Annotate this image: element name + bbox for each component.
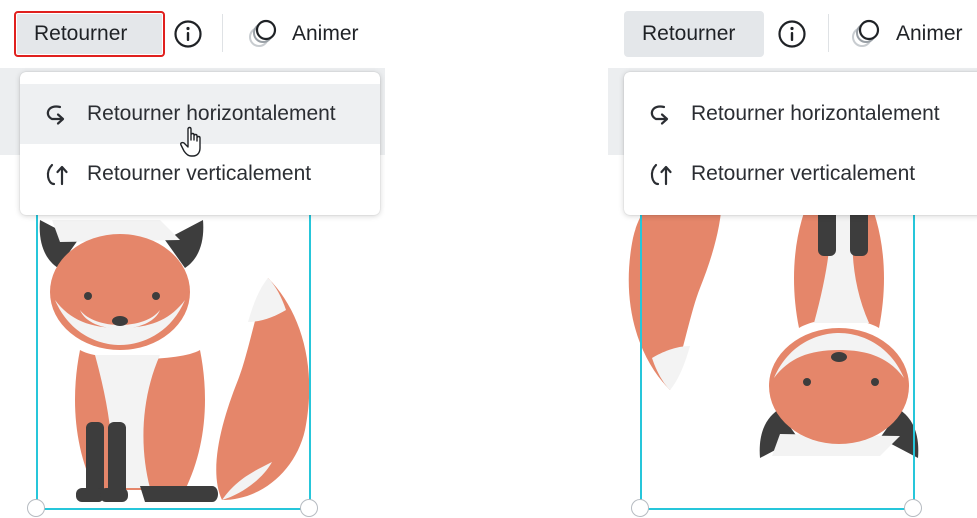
- flip-button[interactable]: Retourner: [14, 11, 165, 57]
- menu-item-flip-vertical[interactable]: Retourner verticalement: [624, 144, 977, 204]
- flip-vertical-icon: [644, 158, 676, 190]
- flip-button[interactable]: Retourner: [624, 11, 764, 57]
- menu-item-label: Retourner horizontalement: [87, 102, 336, 125]
- animate-button-label[interactable]: Animer: [292, 20, 359, 48]
- toolbar-divider: [828, 14, 829, 52]
- info-icon[interactable]: [173, 19, 203, 49]
- animate-button-label[interactable]: Animer: [896, 20, 963, 48]
- toolbar: Retourner Animer: [0, 0, 385, 68]
- info-icon[interactable]: [777, 19, 807, 49]
- selection-frame: [640, 200, 915, 510]
- toolbar: Retourner Animer: [608, 0, 977, 68]
- menu-item-label: Retourner verticalement: [87, 162, 312, 185]
- menu-item-label: Retourner verticalement: [691, 162, 916, 185]
- hand-cursor-icon: [180, 126, 210, 160]
- resize-handle-bottom-left[interactable]: [631, 499, 649, 517]
- left-panel: Retourner Animer Retourner horizontaleme…: [0, 0, 385, 518]
- toolbar-divider: [222, 14, 223, 52]
- flip-horizontal-icon: [40, 98, 72, 130]
- right-panel: Retourner Animer Retourner horizontaleme…: [608, 0, 977, 518]
- flip-button-label: Retourner: [34, 22, 128, 45]
- flip-dropdown-menu: Retourner horizontalement Retourner vert…: [624, 72, 977, 215]
- resize-handle-bottom-right[interactable]: [300, 499, 318, 517]
- flip-vertical-icon: [40, 158, 72, 190]
- resize-handle-bottom-right[interactable]: [904, 499, 922, 517]
- selection-frame: [36, 200, 311, 510]
- menu-item-flip-horizontal[interactable]: Retourner horizontalement: [624, 84, 977, 144]
- animate-icon[interactable]: [848, 16, 884, 52]
- menu-item-label: Retourner horizontalement: [691, 102, 940, 125]
- flip-horizontal-icon: [644, 98, 676, 130]
- resize-handle-bottom-left[interactable]: [27, 499, 45, 517]
- animate-icon[interactable]: [245, 16, 281, 52]
- flip-button-label: Retourner: [642, 22, 736, 45]
